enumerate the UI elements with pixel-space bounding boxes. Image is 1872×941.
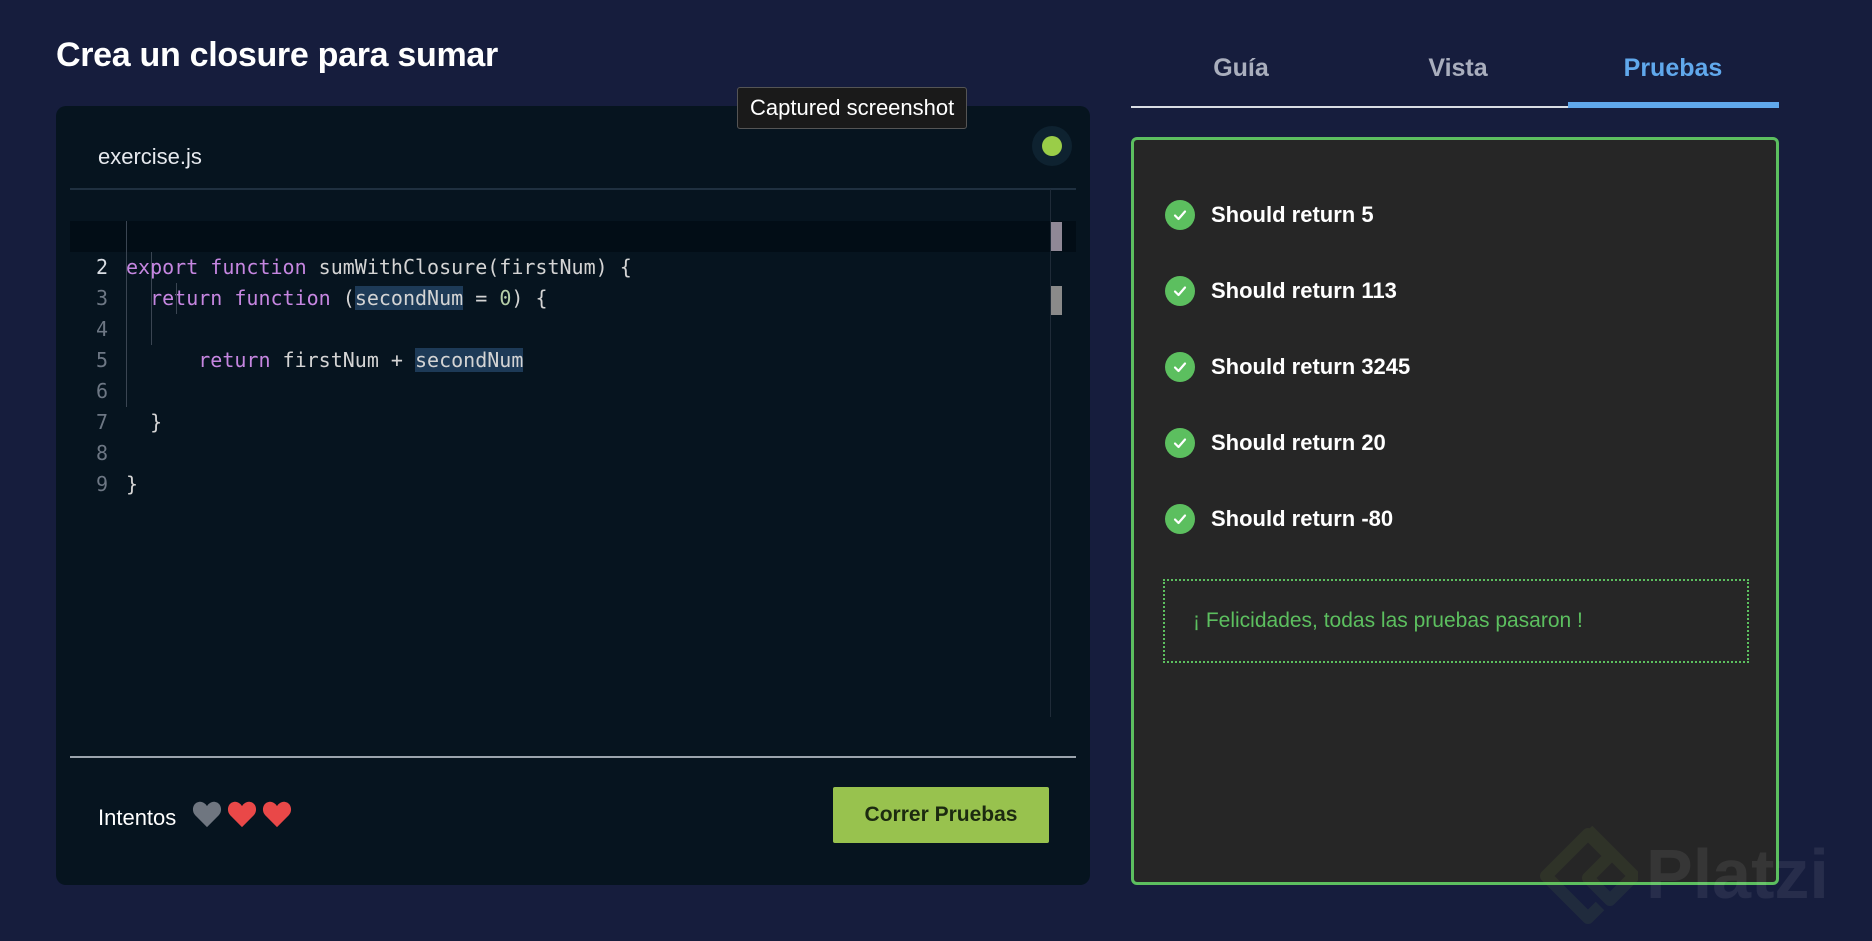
check-circle-icon: [1165, 428, 1195, 458]
heart-icon: [192, 800, 222, 828]
test-label: Should return 3245: [1211, 354, 1411, 379]
test-label: Should return 113: [1211, 278, 1397, 303]
success-message: ¡ Felicidades, todas las pruebas pasaron…: [1163, 579, 1749, 663]
code-area[interactable]: 1 export function sumWithClosure(firstNu…: [70, 190, 1076, 720]
heart-icon: [262, 800, 292, 828]
heart-icon: [227, 800, 257, 828]
tab-guia[interactable]: Guía: [1136, 46, 1346, 108]
check-circle-icon: [1165, 200, 1195, 230]
scrollbar-marker[interactable]: [1051, 286, 1062, 315]
code-line[interactable]: 3: [70, 252, 1076, 310]
code-line[interactable]: 7: [70, 376, 1076, 434]
overview-ruler: [1050, 189, 1051, 717]
platzi-watermark: Platzi: [1646, 835, 1829, 913]
code-line[interactable]: 6 }: [70, 345, 1076, 434]
test-label: Should return -80: [1211, 506, 1394, 531]
line-number: 9: [95, 472, 108, 496]
editor-footer-divider: [70, 756, 1076, 758]
tab-pruebas[interactable]: Pruebas: [1568, 46, 1778, 108]
scrollbar-marker[interactable]: [1051, 222, 1062, 251]
tab-vista[interactable]: Vista: [1353, 46, 1563, 108]
code-line[interactable]: 5: [70, 314, 1076, 372]
test-result-row: Should return 20: [1165, 428, 1386, 458]
attempts-hearts: [192, 800, 292, 828]
indent-guide: [126, 221, 127, 407]
test-results-panel: Should return 5 Should return 113 Should…: [1131, 137, 1779, 885]
test-result-row: Should return 5: [1165, 200, 1374, 230]
status-indicator: [1032, 126, 1072, 166]
attempts-label: Intentos: [98, 805, 177, 830]
test-result-row: Should return -80: [1165, 504, 1393, 534]
code-line[interactable]: 9: [70, 438, 1076, 496]
test-label: Should return 5: [1211, 202, 1374, 227]
platzi-logo-icon: [1540, 826, 1638, 924]
indent-guide: [151, 252, 152, 345]
status-dot-icon: [1042, 136, 1062, 156]
run-tests-button[interactable]: Correr Pruebas: [833, 787, 1049, 843]
code-line-active[interactable]: 2 return function (secondNum = 0) {: [70, 221, 1076, 310]
test-result-row: Should return 3245: [1165, 352, 1410, 382]
screenshot-tooltip: Captured screenshot: [737, 87, 968, 129]
check-circle-icon: [1165, 276, 1195, 306]
check-circle-icon: [1165, 504, 1195, 534]
test-label: Should return 20: [1211, 430, 1386, 455]
panel-tabs: Guía Vista Pruebas: [1131, 46, 1779, 108]
code-editor-panel: exercise.js 1 export function sumWithClo…: [56, 106, 1090, 885]
active-tab-indicator: [1568, 102, 1779, 108]
indent-guide: [176, 283, 177, 314]
code-line[interactable]: 1 export function sumWithClosure(firstNu…: [70, 190, 1076, 279]
code-line[interactable]: 4 return firstNum + secondNum: [70, 283, 1076, 372]
code-line[interactable]: 8 }: [70, 407, 1076, 496]
test-result-row: Should return 113: [1165, 276, 1397, 306]
check-circle-icon: [1165, 352, 1195, 382]
file-name-tab[interactable]: exercise.js: [98, 144, 202, 170]
page-title: Crea un closure para sumar: [56, 36, 498, 74]
